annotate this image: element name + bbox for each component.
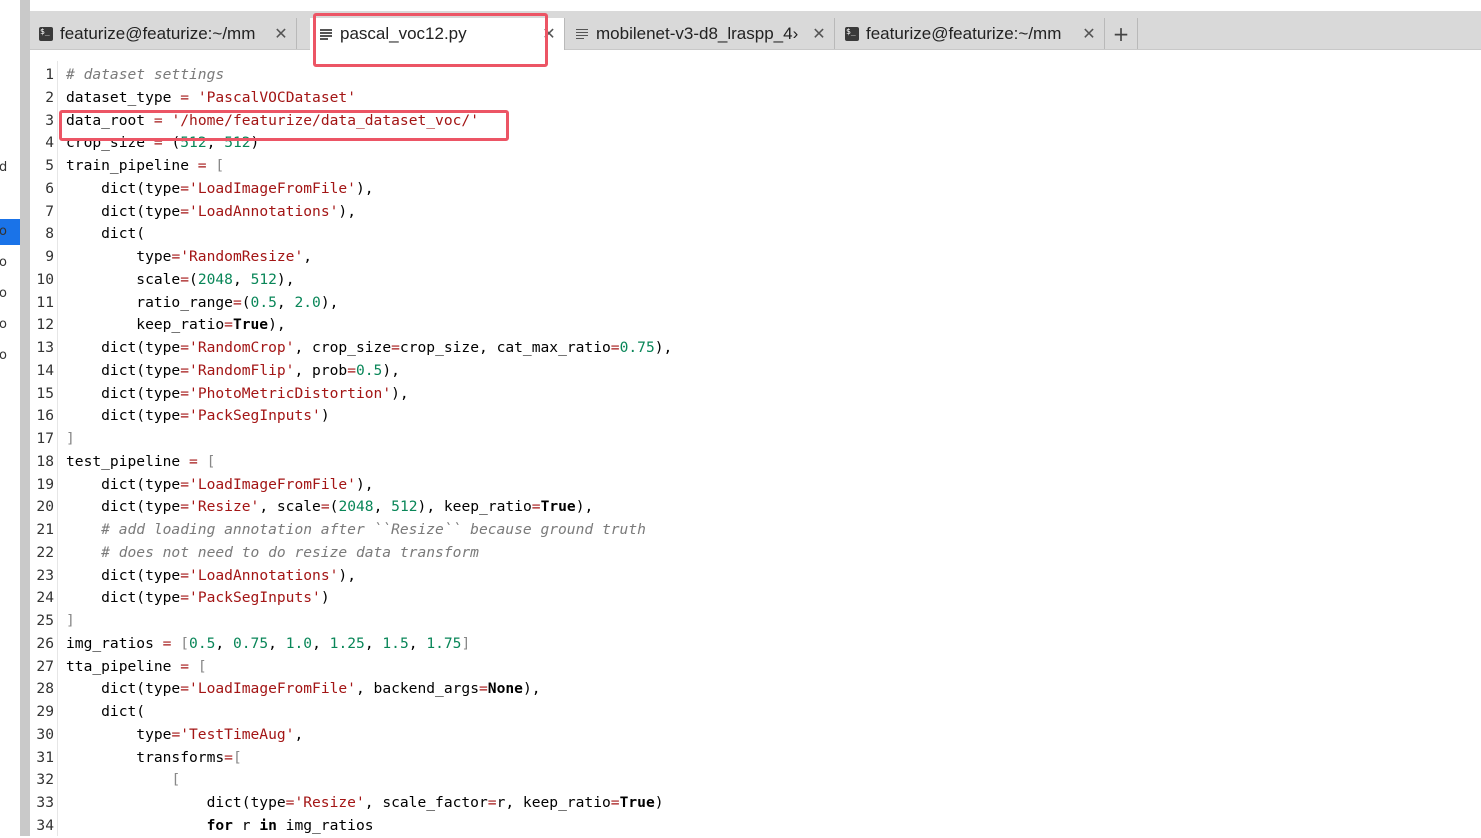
side-panel-fragment: d o o o o o o — [0, 0, 20, 836]
code-line[interactable]: img_ratios = [0.5, 0.75, 1.0, 1.25, 1.5,… — [66, 633, 672, 656]
line-number: 32 — [36, 771, 54, 789]
tab-3[interactable]: featurize@featurize:~/mm ✕ — [836, 18, 1105, 49]
code-line[interactable]: for r in img_ratios — [66, 815, 672, 838]
line-number: 33 — [36, 794, 54, 811]
code-line[interactable]: dict( — [66, 223, 672, 246]
line-number: 3 — [45, 111, 54, 129]
line-number: 4 — [45, 134, 54, 152]
code-line[interactable]: type='TestTimeAug', — [66, 724, 672, 747]
side-panel-item-glyph[interactable]: o — [0, 256, 11, 270]
line-number: 30 — [36, 725, 54, 743]
line-number: 24 — [36, 589, 54, 607]
code-line[interactable]: dict(type='LoadAnnotations'), — [66, 201, 672, 224]
line-number: 28 — [36, 680, 54, 698]
code-line[interactable]: ratio_range=(0.5, 2.0), — [66, 292, 672, 315]
code-line[interactable]: train_pipeline = [ — [66, 155, 672, 178]
code-line[interactable]: dict(type='Resize', scale=(2048, 512), k… — [66, 496, 672, 519]
line-number: 11 — [36, 293, 54, 311]
terminal-icon — [845, 26, 859, 41]
line-number: 8 — [45, 225, 54, 243]
line-number: 14 — [36, 361, 54, 379]
tab-label: mobilenet-v3-d8_lraspp_4› — [596, 23, 799, 43]
line-number: 9 — [45, 248, 54, 265]
line-number: 18 — [36, 452, 54, 470]
code-line[interactable]: # add loading annotation after ``Resize`… — [66, 519, 672, 542]
line-number: 13 — [36, 339, 54, 356]
document-icon — [575, 27, 589, 41]
gutter-divider — [57, 61, 58, 836]
code-line[interactable]: ] — [66, 610, 672, 633]
line-number: 19 — [36, 475, 54, 493]
code-line[interactable]: dict(type='RandomCrop', crop_size=crop_s… — [66, 337, 672, 360]
line-number: 1 — [45, 66, 54, 83]
code-line[interactable]: keep_ratio=True), — [66, 314, 672, 337]
line-number: 29 — [36, 703, 54, 720]
line-number: 27 — [36, 657, 54, 675]
terminal-icon — [39, 26, 53, 41]
line-number: 22 — [36, 543, 54, 561]
code-line[interactable]: dict( — [66, 701, 672, 724]
code-line[interactable]: dict(type='LoadImageFromFile', backend_a… — [66, 678, 672, 701]
code-line[interactable]: type='RandomResize', — [66, 246, 672, 269]
code-line[interactable]: dict(type='LoadImageFromFile'), — [66, 178, 672, 201]
new-tab-button[interactable]: + — [1105, 18, 1138, 49]
line-number: 31 — [36, 748, 54, 766]
side-panel-item-glyph[interactable]: o — [0, 193, 11, 207]
line-number: 21 — [36, 521, 54, 538]
code-line[interactable]: dict(type='LoadAnnotations'), — [66, 565, 672, 588]
line-number: 6 — [45, 179, 54, 197]
line-number: 5 — [45, 157, 54, 174]
side-panel-item-glyph[interactable]: o — [0, 287, 11, 301]
line-number: 15 — [36, 384, 54, 402]
close-icon[interactable]: ✕ — [1080, 24, 1098, 44]
tab-label: featurize@featurize:~/mm — [60, 23, 256, 43]
code-line[interactable]: # does not need to do resize data transf… — [66, 542, 672, 565]
line-number: 25 — [36, 612, 54, 629]
close-icon[interactable]: ✕ — [272, 24, 290, 44]
code-content[interactable]: # dataset settings dataset_type = 'Pascal… — [66, 64, 672, 838]
side-panel-item-glyph[interactable]: o — [0, 318, 11, 332]
line-number: 34 — [36, 816, 54, 834]
code-line[interactable]: dataset_type = 'PascalVOCDataset' — [66, 87, 672, 110]
code-line[interactable]: [ — [66, 769, 672, 792]
side-panel-item-glyph[interactable]: d — [0, 161, 11, 175]
code-line[interactable]: crop_size = (512, 512) — [66, 132, 672, 155]
side-panel-item-glyph[interactable]: o — [0, 225, 11, 239]
code-line[interactable]: dict(type='PhotoMetricDistortion'), — [66, 383, 672, 406]
line-number: 2 — [45, 88, 54, 106]
close-icon[interactable]: ✕ — [540, 24, 558, 44]
code-line[interactable]: # dataset settings — [66, 64, 672, 87]
document-icon — [319, 27, 333, 41]
tab-1[interactable]: pascal_voc12.py ✕ — [310, 18, 565, 50]
code-line[interactable]: dict(type='LoadImageFromFile'), — [66, 474, 672, 497]
line-number-gutter: 1 2 3 4 5 6 7 8 9 10 11 12 13 14 15 16 17 18 19 20 21 22 23 24 2… — [30, 64, 54, 838]
tab-bar: featurize@featurize:~/mm✕pascal_voc12.py… — [30, 11, 1481, 50]
code-line[interactable]: tta_pipeline = [ — [66, 656, 672, 679]
panel-splitter[interactable] — [20, 0, 30, 836]
code-line[interactable]: dict(type='PackSegInputs') — [66, 587, 672, 610]
line-number: 10 — [36, 270, 54, 288]
code-line[interactable]: dict(type='PackSegInputs') — [66, 405, 672, 428]
close-icon[interactable]: ✕ — [810, 24, 828, 44]
tab-0[interactable]: featurize@featurize:~/mm ✕ — [30, 18, 297, 49]
code-line[interactable]: dict(type='Resize', scale_factor=r, keep… — [66, 792, 672, 815]
line-number: 7 — [45, 202, 54, 220]
line-number: 26 — [36, 634, 54, 652]
line-number: 23 — [36, 566, 54, 584]
line-number: 12 — [36, 316, 54, 334]
side-panel-item-glyph[interactable]: o — [0, 349, 11, 363]
tab-label: featurize@featurize:~/mm — [866, 23, 1062, 43]
code-line[interactable]: scale=(2048, 512), — [66, 269, 672, 292]
tab-2[interactable]: mobilenet-v3-d8_lraspp_4› ✕ — [566, 18, 835, 49]
line-number: 17 — [36, 430, 54, 447]
tab-label: pascal_voc12.py — [340, 24, 467, 43]
line-number: 16 — [36, 407, 54, 425]
code-line[interactable]: ] — [66, 428, 672, 451]
code-line[interactable]: dict(type='RandomFlip', prob=0.5), — [66, 360, 672, 383]
code-line[interactable]: test_pipeline = [ — [66, 451, 672, 474]
code-line[interactable]: data_root = '/home/featurize/data_datase… — [66, 110, 672, 133]
code-line[interactable]: transforms=[ — [66, 747, 672, 770]
line-number: 20 — [36, 498, 54, 516]
